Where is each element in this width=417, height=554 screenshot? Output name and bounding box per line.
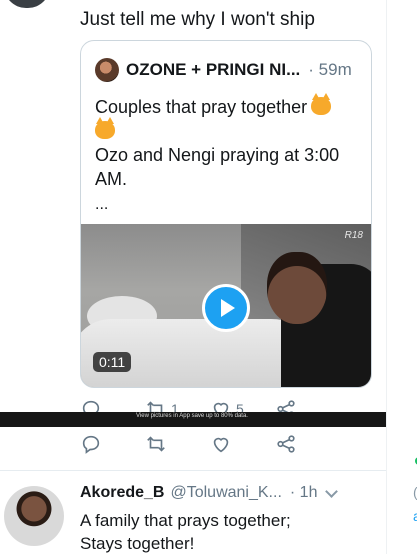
top-tweet-avatar[interactable] bbox=[4, 0, 50, 8]
reply-text-line2: Stays together! bbox=[80, 534, 195, 553]
quoted-tweet-header: OZONE + PRINGI NI... · 59m bbox=[95, 57, 352, 83]
reply-text: A family that prays together; Stays toge… bbox=[80, 509, 380, 554]
play-button-icon[interactable] bbox=[202, 284, 250, 332]
video-player[interactable]: R18 0:11 bbox=[81, 224, 371, 387]
share-button[interactable] bbox=[275, 433, 340, 455]
like-button[interactable] bbox=[210, 433, 275, 455]
adjacent-panel-edge: ( a bbox=[386, 0, 417, 554]
cat-face-emoji-icon bbox=[95, 117, 115, 139]
cat-face-emoji-icon bbox=[311, 93, 332, 115]
quoted-tweet-card[interactable]: OZONE + PRINGI NI... · 59m Couples that … bbox=[80, 40, 372, 388]
reply-header: Akorede_B @Toluwani_K... · 1h bbox=[80, 484, 339, 502]
quoted-tweet-body: Couples that pray together Ozo and Nengi… bbox=[95, 93, 363, 191]
quoted-author-name[interactable]: OZONE + PRINGI NI... bbox=[126, 60, 300, 80]
reply-icon bbox=[82, 435, 100, 454]
reply-text-line1: A family that prays together; bbox=[80, 511, 291, 530]
tweet-actions-duplicate bbox=[80, 431, 340, 457]
video-duration-badge: 0:11 bbox=[93, 352, 132, 372]
partial-link-icon: a bbox=[413, 508, 417, 524]
reply-button[interactable] bbox=[80, 433, 145, 455]
reply-author-avatar[interactable] bbox=[4, 486, 64, 546]
tweet-divider bbox=[0, 470, 386, 471]
quoted-text-ellipsis: ... bbox=[95, 196, 109, 213]
data-saver-overlay: View pictures in App save up to 80% data… bbox=[0, 412, 386, 427]
chevron-down-icon[interactable] bbox=[325, 484, 339, 498]
video-frame-person-head bbox=[267, 252, 327, 324]
share-icon bbox=[277, 435, 295, 453]
retweet-icon bbox=[147, 436, 165, 452]
retweet-button[interactable] bbox=[145, 433, 210, 455]
partial-glyph-icon: ( bbox=[413, 484, 417, 500]
quoted-text-line3: AM. bbox=[95, 169, 128, 189]
quoted-text-line2: Ozo and Nengi praying at 3:00 bbox=[95, 145, 340, 165]
quoted-text-line1: Couples that pray together bbox=[95, 97, 308, 117]
video-rating-tag: R18 bbox=[344, 230, 363, 241]
reply-time: · 1h bbox=[289, 484, 318, 501]
reply-author-handle[interactable]: @Toluwani_K... bbox=[170, 484, 281, 502]
tweet-text: Just tell me why I won't ship bbox=[80, 9, 315, 30]
quoted-author-avatar[interactable] bbox=[95, 58, 119, 82]
overlay-text: View pictures in App save up to 80% data… bbox=[136, 413, 248, 419]
heart-icon bbox=[213, 437, 229, 453]
reply-author-name[interactable]: Akorede_B bbox=[80, 484, 164, 502]
quoted-tweet-time: · 59m bbox=[308, 60, 352, 79]
